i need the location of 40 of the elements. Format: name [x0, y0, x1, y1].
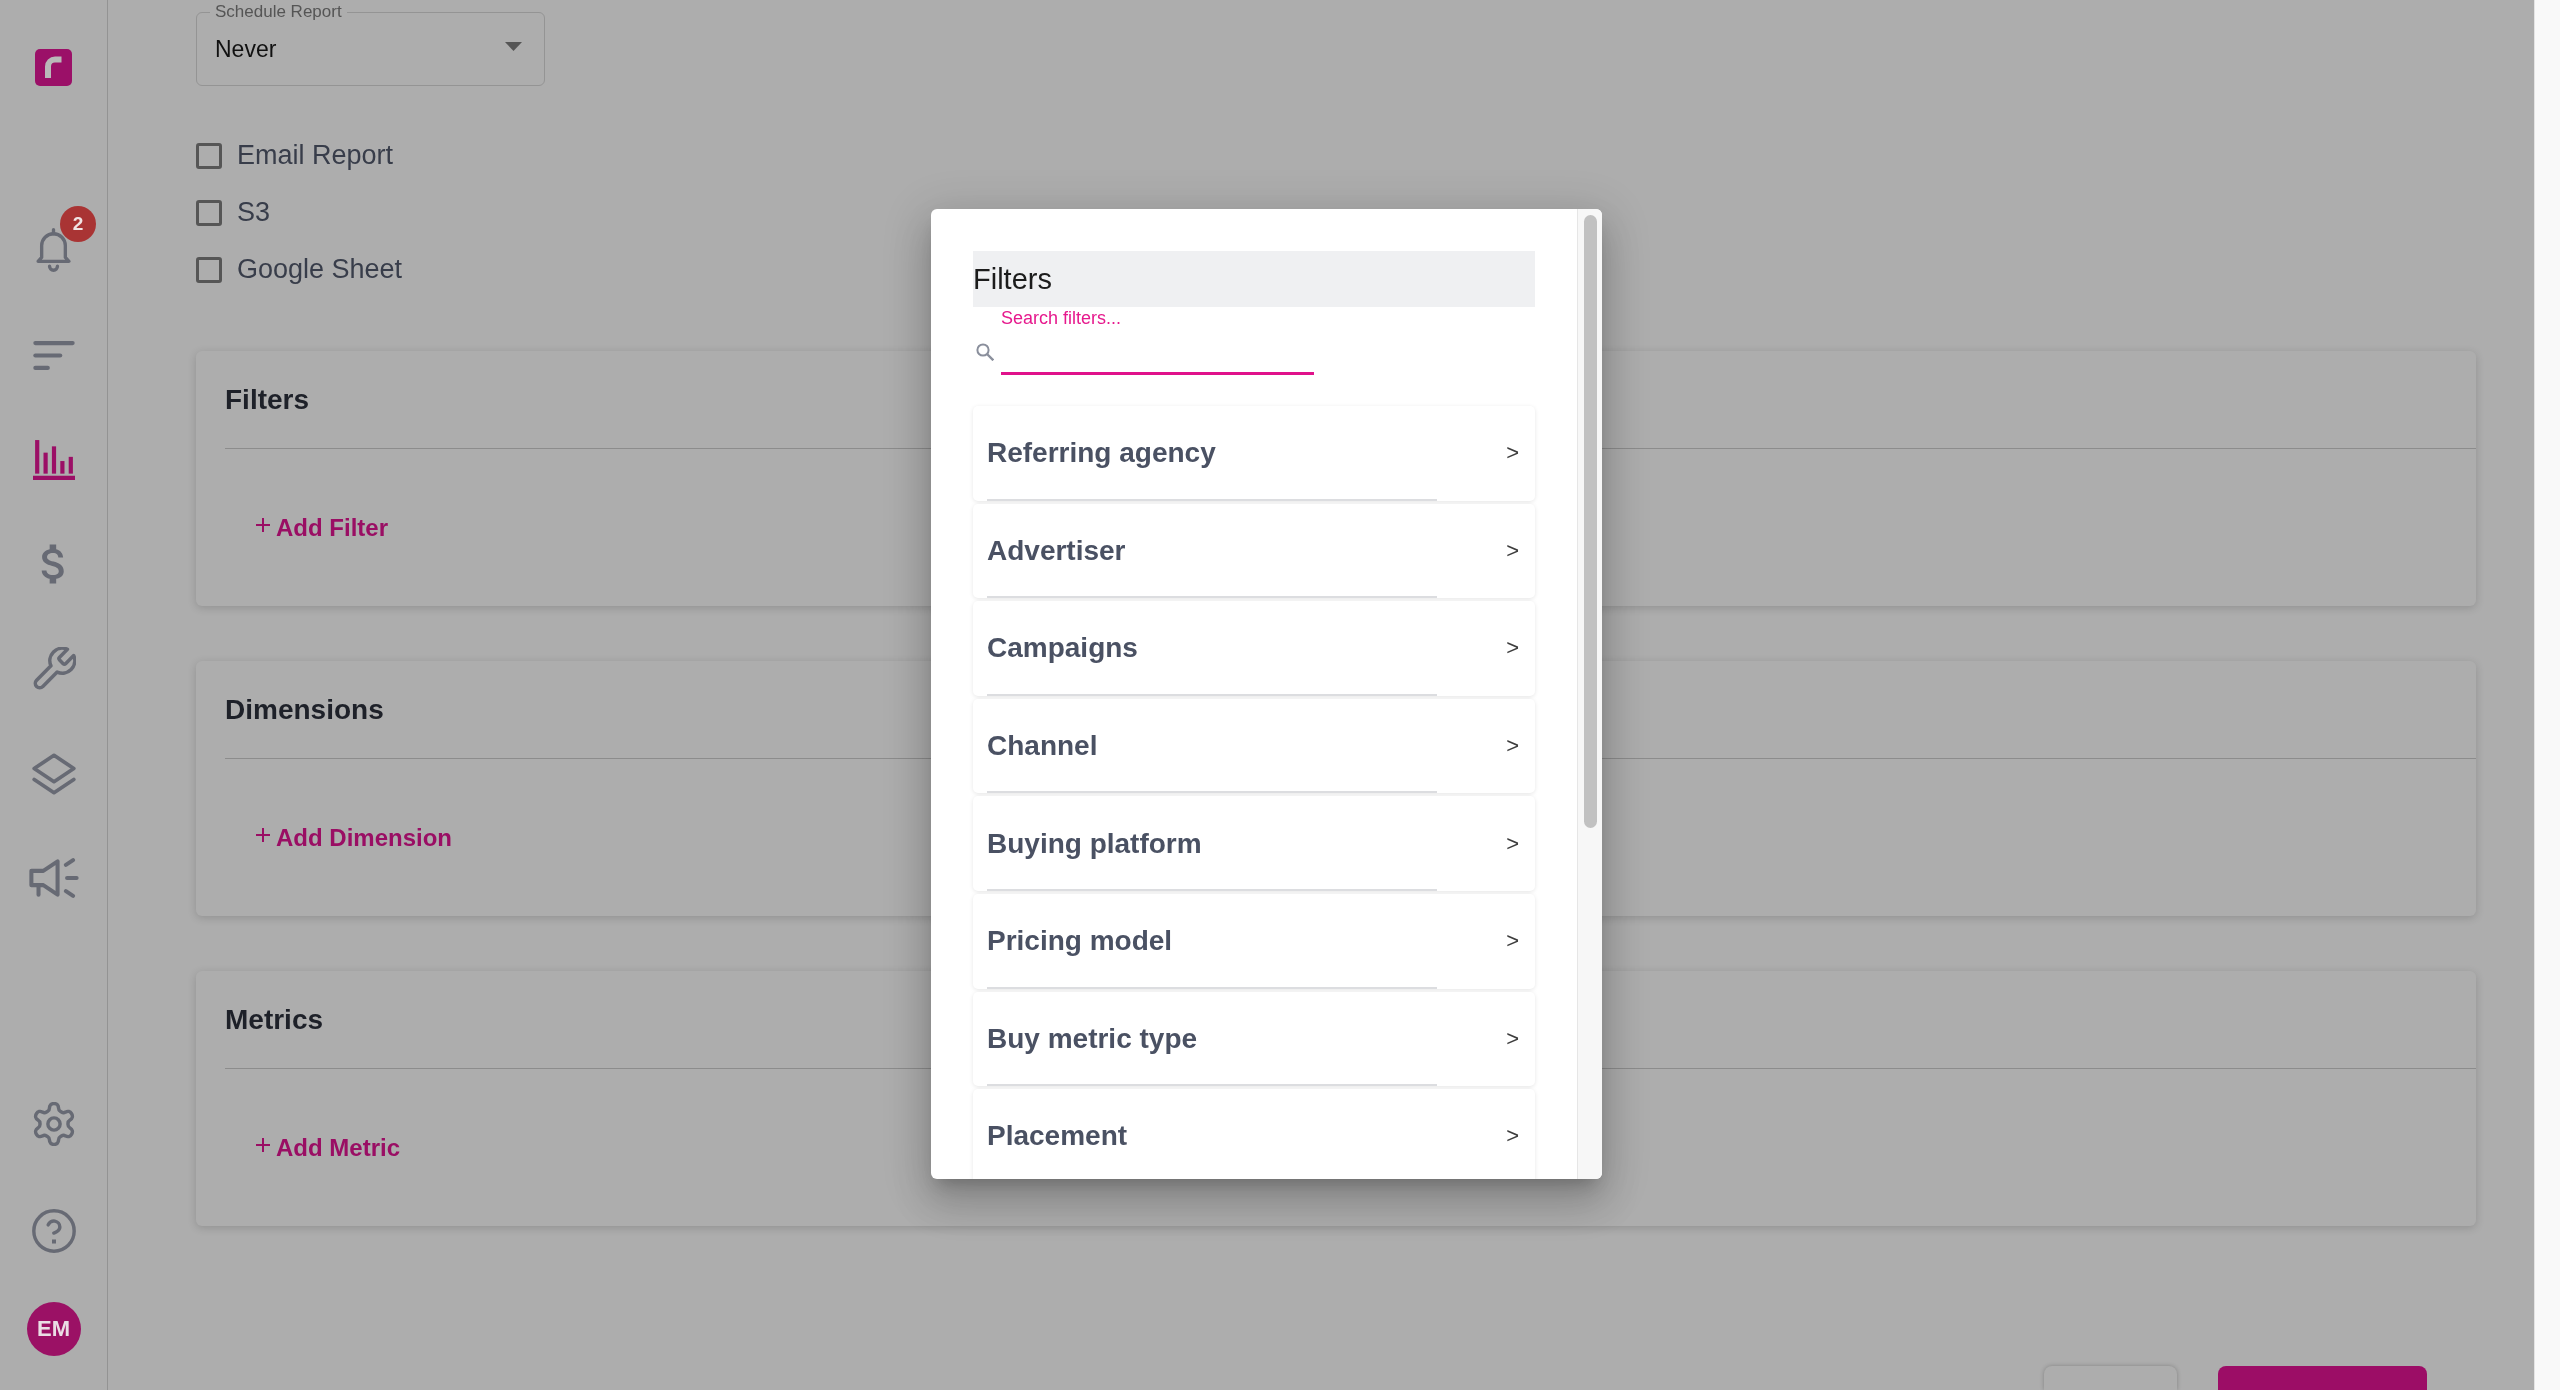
checkbox[interactable] — [196, 199, 222, 226]
help-icon[interactable] — [31, 1209, 76, 1253]
plus-icon — [256, 518, 270, 532]
checkbox-label: Google Sheet — [237, 254, 403, 285]
checkbox[interactable] — [196, 142, 222, 169]
add-link[interactable]: Add Dimension — [256, 823, 452, 852]
filter-option[interactable]: Buy metric type > — [973, 991, 1535, 1087]
search-icon — [976, 342, 994, 361]
scrollbar-thumb[interactable] — [1584, 215, 1597, 828]
add-link[interactable]: Add Metric — [256, 1133, 400, 1162]
settings-icon[interactable] — [31, 1102, 76, 1146]
filter-option[interactable]: Channel > — [973, 698, 1535, 794]
checkbox-label: S3 — [237, 197, 271, 228]
bar-chart-icon[interactable] — [32, 439, 75, 480]
layers-icon[interactable] — [31, 752, 76, 795]
wrench-icon[interactable] — [31, 647, 76, 692]
dollar-icon[interactable] — [40, 544, 67, 585]
plus-icon — [256, 1138, 270, 1152]
megaphone-icon[interactable] — [28, 858, 79, 899]
caret-icon — [505, 41, 522, 51]
field-label: Schedule Report — [210, 2, 347, 22]
add-link[interactable]: Add Filter — [256, 513, 388, 542]
plus-icon — [256, 828, 270, 842]
filter-option[interactable]: Advertiser > — [973, 503, 1535, 599]
bell-icon[interactable] — [36, 228, 71, 273]
checkbox[interactable] — [196, 256, 222, 283]
filter-option[interactable]: Campaigns > — [973, 601, 1535, 696]
dialog-title: Filters — [973, 251, 1535, 307]
filter-option[interactable]: Pricing model > — [973, 893, 1535, 989]
sort-icon[interactable] — [32, 340, 75, 370]
filter-option[interactable]: Buying platform > — [973, 796, 1535, 891]
search-label: Search filters... — [1001, 308, 1122, 328]
checkbox-label: Email Report — [237, 140, 394, 171]
section-title: Metrics — [225, 1003, 324, 1036]
filter-option[interactable]: Referring agency > — [973, 406, 1535, 501]
section-title: Dimensions — [225, 693, 384, 726]
section-title: Filters — [225, 383, 310, 416]
user-avatar[interactable]: EM — [26, 1302, 81, 1356]
notification-badge: 2 — [60, 206, 96, 243]
logo-icon[interactable] — [35, 49, 72, 86]
